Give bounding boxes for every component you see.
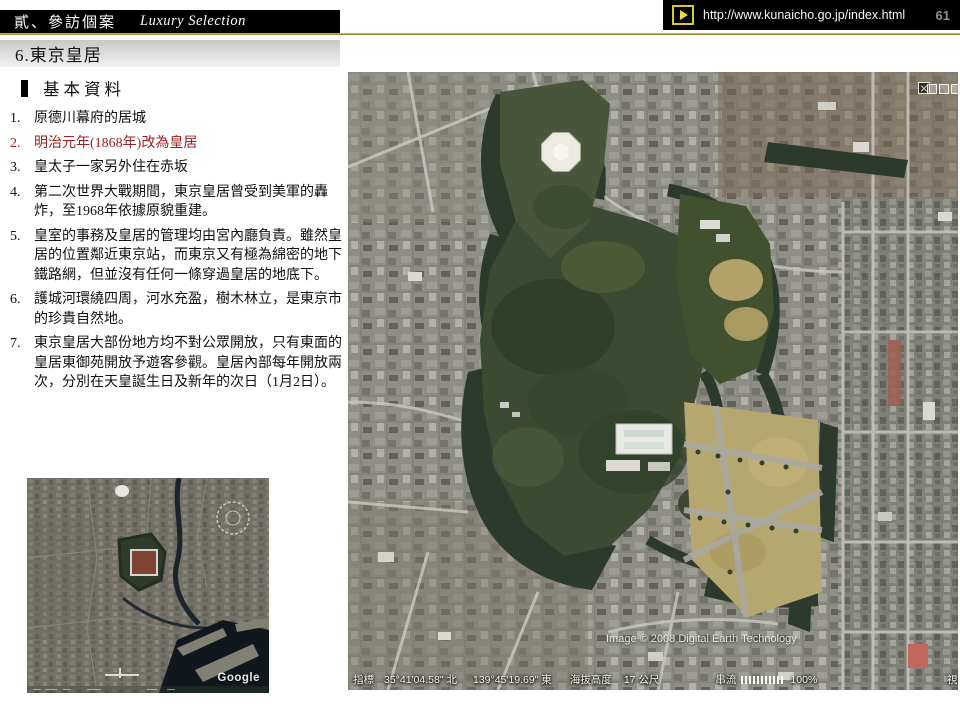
inset-attribution-strip xyxy=(27,686,269,693)
list-item-text: 東京皇居大部份地方均不對公眾開放，只有東面的皇居東御苑開放予遊客參觀。皇居內部每… xyxy=(34,334,344,393)
list-item-number: 2. xyxy=(8,134,34,154)
elevation-label: 海拔高度 xyxy=(570,672,612,687)
inset-map-graphic xyxy=(27,478,269,693)
section-title-zh: 貳、參訪個案 xyxy=(14,11,116,32)
slide-canvas: { "header": { "section_zh": "貳、參訪個案", "s… xyxy=(0,0,960,720)
earth-status-bar: 指標 35°41'04.58" 北 139°45'19.69" 東 海拔高度 1… xyxy=(353,672,958,687)
elevation-value: 17 公尺 xyxy=(624,672,660,687)
slide-title: 6.東京皇居 xyxy=(15,41,102,66)
list-item: 1. 原德川幕府的居城 xyxy=(8,109,344,129)
list-item: 5. 皇室的事務及皇居的管理均由宮內廳負責。雖然皇居的位置鄰近東京站，而東京又有… xyxy=(8,227,344,286)
satellite-image-imperial-palace: Image © 2008 Digital Earth Technology 指標… xyxy=(348,72,958,690)
section-header-bar: 貳、參訪個案 Luxury Selection xyxy=(0,10,340,33)
latitude-value: 35°41'04.58" 北 xyxy=(384,672,457,687)
section-title-en: Luxury Selection xyxy=(140,13,246,30)
list-item-highlighted: 2. 明治元年(1868年)改為皇居 xyxy=(8,134,344,154)
stream-percent: 100% xyxy=(790,674,817,686)
page-number: 61 xyxy=(936,8,950,23)
google-watermark: Google xyxy=(217,672,260,684)
url-bar: http://www.kunaicho.go.jp/index.html 61 xyxy=(663,0,960,30)
basic-info-section: 基本資料 1. 原德川幕府的居城 2. 明治元年(1868年)改為皇居 3. 皇… xyxy=(8,76,344,398)
list-item-number: 4. xyxy=(8,183,34,222)
satellite-map-graphic xyxy=(348,72,958,690)
list-item-text: 明治元年(1868年)改為皇居 xyxy=(34,134,344,154)
list-item: 3. 皇太子一家另外住在赤坂 xyxy=(8,158,344,178)
basic-info-heading-label: 基本資料 xyxy=(43,76,125,100)
heading-marker-bar xyxy=(21,80,28,97)
pointer-label: 指標 xyxy=(353,672,374,687)
list-item-text: 皇室的事務及皇居的管理均由宮內廳負責。雖然皇居的位置鄰近東京站，而東京又有極為綿… xyxy=(34,227,344,286)
inset-overview-map: Google xyxy=(27,478,269,693)
list-item-text: 皇太子一家另外住在赤坂 xyxy=(34,158,344,178)
location-highlight-box xyxy=(131,550,157,575)
list-item-text: 護城河環繞四周，河水充盈，樹木林立，是東京市的珍貴自然地。 xyxy=(34,290,344,329)
source-url-link[interactable]: http://www.kunaicho.go.jp/index.html xyxy=(703,8,905,22)
map-overlay-buttons xyxy=(927,84,958,94)
list-item-text: 原德川幕府的居城 xyxy=(34,109,344,129)
list-item-number: 7. xyxy=(8,334,34,393)
list-item: 6. 護城河環繞四周，河水充盈，樹木林立，是東京市的珍貴自然地。 xyxy=(8,290,344,329)
list-item-text: 第二次世界大戰期間，東京皇居曾受到美軍的轟炸，至1968年依據原貌重建。 xyxy=(34,183,344,222)
basic-info-heading: 基本資料 xyxy=(21,76,344,100)
longitude-value: 139°45'19.69" 東 xyxy=(473,672,552,687)
stream-meter xyxy=(741,676,785,684)
imagery-watermark: Image © 2008 Digital Earth Technology xyxy=(606,633,797,645)
list-item-number: 3. xyxy=(8,158,34,178)
list-item-number: 6. xyxy=(8,290,34,329)
list-item: 4. 第二次世界大戰期間，東京皇居曾受到美軍的轟炸，至1968年依據原貌重建。 xyxy=(8,183,344,222)
list-item-number: 5. xyxy=(8,227,34,286)
stream-label: 串流 xyxy=(715,672,736,687)
view-angle-label: 視角 xyxy=(947,672,958,687)
header-divider-line xyxy=(0,33,960,35)
play-icon xyxy=(672,5,694,25)
list-item: 7. 東京皇居大部份地方均不對公眾開放，只有東面的皇居東御苑開放予遊客參觀。皇居… xyxy=(8,334,344,393)
slide-title-bar: 6.東京皇居 xyxy=(0,40,340,67)
list-item-number: 1. xyxy=(8,109,34,129)
